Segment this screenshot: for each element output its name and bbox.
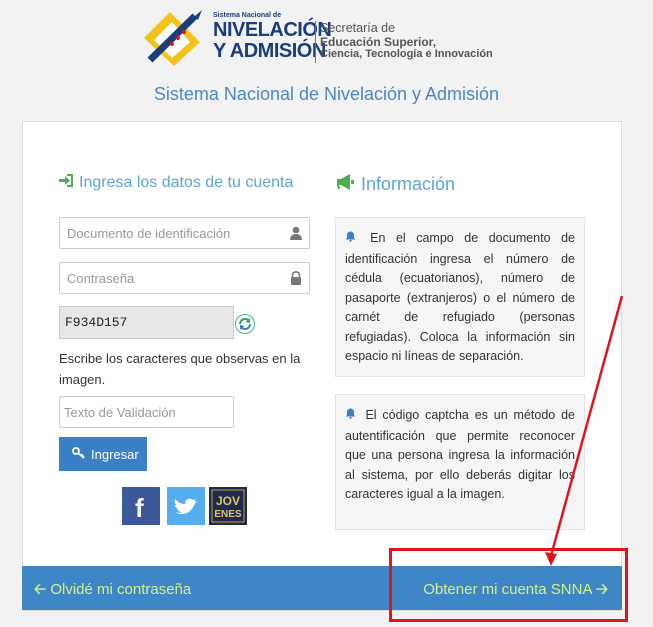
password-input[interactable] xyxy=(60,263,309,293)
login-heading-text: Ingresa los datos de tu cuenta xyxy=(79,174,294,191)
arrow-right-icon: 🡢 xyxy=(595,581,608,598)
bell-icon xyxy=(345,231,366,245)
info-box-document: En el campo de documento de identificaci… xyxy=(335,217,585,377)
refresh-captcha-icon[interactable] xyxy=(235,314,255,334)
captcha-help-text: Escribe los caracteres que observas en l… xyxy=(59,351,301,387)
forgot-password-link[interactable]: 🡠 Olvidé mi contraseña xyxy=(34,579,191,604)
page-title: Sistema Nacional de Nivelación y Admisió… xyxy=(153,84,500,104)
login-button-label: Ingresar xyxy=(91,446,139,462)
jovenes-bottom-text: ENES xyxy=(214,509,242,520)
login-button[interactable]: Ingresar xyxy=(59,437,147,471)
twitter-icon[interactable] xyxy=(167,487,205,525)
facebook-icon[interactable]: f xyxy=(122,487,160,525)
get-account-label: Obtener mi cuenta SNNA xyxy=(423,581,592,598)
user-icon xyxy=(290,226,302,240)
logo-title-line2: Y ADMISIÓN xyxy=(213,40,326,62)
info-box-document-text: En el campo de documento de identificaci… xyxy=(345,231,575,363)
header-logo: Sistema Nacional de NIVELACIÓN Y ADMISIÓ… xyxy=(140,8,520,70)
footer-bar: 🡠 Olvidé mi contraseña Obtener mi cuenta… xyxy=(22,566,622,610)
info-box-captcha-text: El código captcha es un método de autent… xyxy=(345,408,575,501)
logo-divider xyxy=(315,21,316,63)
sign-in-icon xyxy=(59,174,79,192)
key-icon xyxy=(72,446,85,462)
password-field[interactable] xyxy=(59,262,310,294)
secretariat-line3: Ciencia, Tecnología e Innovación xyxy=(320,48,493,60)
get-account-link[interactable]: Obtener mi cuenta SNNA 🡢 xyxy=(423,579,608,604)
jovenes-icon[interactable]: JOV ENES xyxy=(209,487,247,525)
logo-title-line1: NIVELACIÓN xyxy=(213,19,332,41)
login-panel: Ingresa los datos de tu cuenta F934D157 … xyxy=(22,121,622,611)
secretariat-line2: Educación Superior, xyxy=(320,35,437,49)
info-heading-text: Información xyxy=(361,174,456,194)
lock-icon xyxy=(291,271,301,285)
pencil-logo-icon xyxy=(144,10,202,66)
arrow-left-icon: 🡠 xyxy=(34,581,47,598)
secretariat-line1: Secretaría de xyxy=(320,21,396,35)
info-box-captcha: El código captcha es un método de autent… xyxy=(335,394,585,530)
document-field[interactable] xyxy=(59,217,310,249)
bullhorn-icon xyxy=(335,174,361,195)
bell-icon xyxy=(345,408,361,422)
validation-input[interactable] xyxy=(60,397,233,427)
facebook-letter: f xyxy=(135,493,144,523)
document-input[interactable] xyxy=(60,218,309,248)
captcha-image: F934D157 xyxy=(59,306,234,339)
jovenes-top-text: JOV xyxy=(216,494,240,508)
logo-small-text: Sistema Nacional de xyxy=(213,12,282,19)
info-heading: Información xyxy=(335,174,455,195)
forgot-password-label: Olvidé mi contraseña xyxy=(50,581,192,598)
login-heading: Ingresa los datos de tu cuenta xyxy=(59,174,293,192)
validation-field[interactable] xyxy=(59,396,234,428)
